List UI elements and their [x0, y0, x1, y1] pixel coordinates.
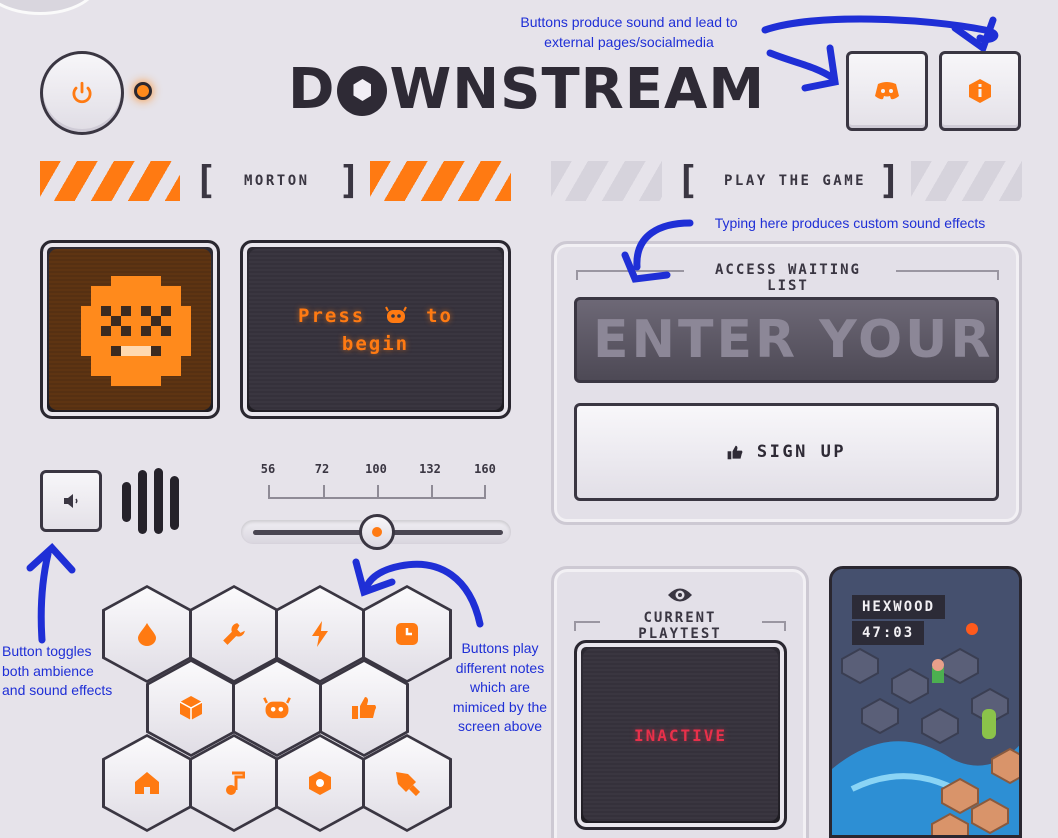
press-to-begin-text: Press to begin	[298, 302, 453, 358]
robot-icon	[263, 697, 291, 719]
annotation-arrow-notes	[352, 558, 484, 628]
waiting-list-title: ACCESS WAITING LIST	[714, 262, 861, 294]
home-icon	[135, 772, 159, 794]
face-screen	[40, 240, 220, 419]
sound-toggle-button[interactable]	[40, 470, 102, 532]
hazard-stripes-grey-left	[551, 161, 662, 201]
email-input[interactable]	[577, 300, 996, 380]
info-icon	[969, 79, 991, 103]
robot-icon	[384, 306, 407, 323]
hazard-stripes-left	[40, 161, 180, 201]
game-preview[interactable]: HEXWOOD 47:03	[829, 566, 1022, 838]
tempo-slider-handle[interactable]	[359, 514, 395, 550]
to-word: to	[426, 304, 453, 327]
tick-label-72: 72	[314, 462, 330, 476]
playtest-title: CURRENT PLAYTEST	[638, 610, 722, 642]
email-input-wrapper	[574, 297, 999, 383]
power-indicator-light	[134, 82, 152, 100]
logo-text-end: WNSTREAM	[389, 56, 766, 122]
bracket-left-2: [	[676, 158, 699, 202]
begin-word: begin	[341, 332, 410, 355]
discord-icon	[875, 82, 899, 100]
eye-icon	[668, 588, 692, 602]
game-name: HEXWOOD	[852, 595, 946, 619]
corner-decoration	[0, 0, 100, 15]
discord-button[interactable]	[846, 51, 928, 131]
section-label-play: PLAY THE GAME	[724, 173, 867, 189]
bracket-right-2: ]	[878, 158, 901, 202]
sword-icon	[396, 772, 420, 796]
bracket-left: [	[194, 158, 217, 202]
speaker-icon	[64, 494, 78, 508]
power-button[interactable]	[40, 51, 124, 135]
sign-up-label: SIGN UP	[756, 442, 847, 462]
annotation-arrow-toggle	[26, 543, 76, 644]
pixel-face-icon	[81, 276, 191, 386]
annotation-typing: Typing here produces custom sound effect…	[714, 215, 986, 231]
tick-label-132: 132	[419, 462, 441, 476]
tick-label-100: 100	[365, 462, 387, 476]
bolt-icon	[312, 621, 328, 647]
hazard-stripes-middle	[370, 161, 511, 201]
info-button[interactable]	[939, 51, 1021, 131]
hazard-stripes-grey-right	[911, 161, 1022, 201]
section-label-morton: MORTON	[244, 173, 310, 189]
slider-ruler	[268, 485, 486, 499]
playtest-status: INACTIVE	[633, 725, 728, 745]
logo-text-start: D	[288, 56, 336, 122]
sign-up-button[interactable]: SIGN UP	[574, 403, 999, 501]
annotation-buttons-top: Buttons produce sound and lead to extern…	[520, 14, 738, 50]
logo: D WNSTREAM	[288, 56, 766, 122]
playtest-screen: INACTIVE	[574, 640, 787, 830]
bracket-right: ]	[338, 158, 361, 202]
hexagon-icon	[309, 771, 331, 795]
power-icon	[72, 81, 92, 104]
annotation-arrow-typing	[621, 219, 694, 283]
music-icon	[226, 771, 245, 795]
tick-label-56: 56	[260, 462, 276, 476]
cube-icon	[179, 696, 203, 720]
wrench-icon	[223, 623, 245, 645]
annotation-notes: Buttons play different notes which are m…	[452, 640, 548, 734]
tick-label-160: 160	[474, 462, 496, 476]
game-time: 47:03	[852, 621, 925, 645]
logo-mark-icon	[337, 66, 388, 116]
press-word: Press	[298, 304, 366, 327]
thumbs-up-icon	[352, 697, 376, 719]
message-screen: Press to begin	[240, 240, 511, 419]
drop-icon	[138, 623, 156, 646]
thumbs-up-icon	[727, 445, 743, 459]
